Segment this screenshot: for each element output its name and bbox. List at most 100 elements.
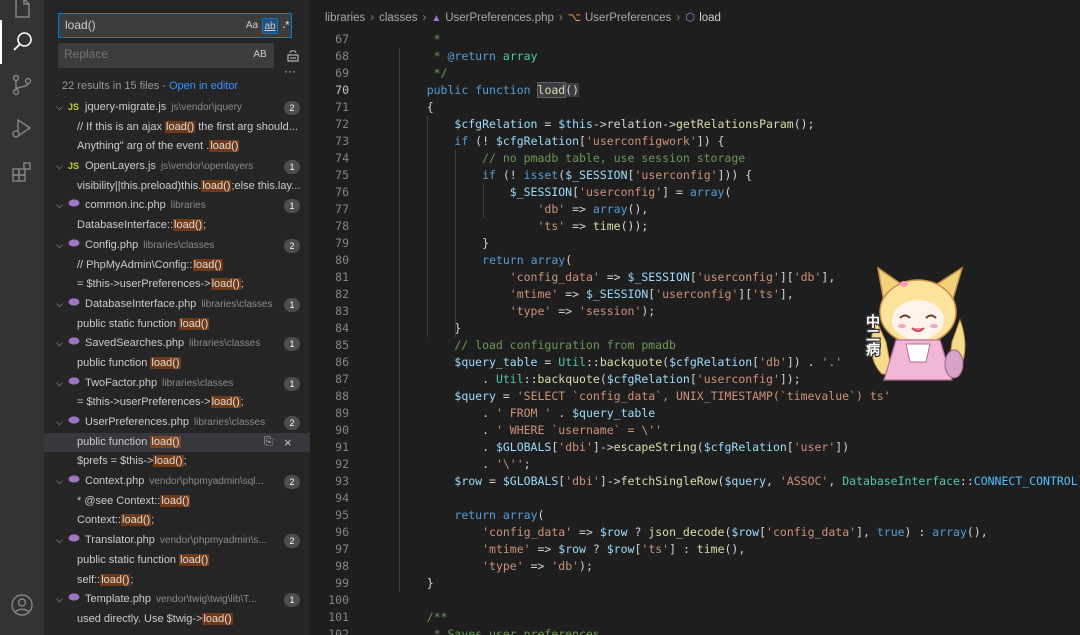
code-line[interactable]: 94: [310, 490, 1080, 507]
match-prefix: Anything" arg of the event .: [77, 140, 210, 153]
code-line[interactable]: 77 'db' => array(),: [310, 201, 1080, 218]
result-file-row[interactable]: ⌵ DatabaseInterface.php libraries\classes 1: [44, 295, 310, 315]
line-number: 72: [335, 117, 349, 131]
code-line[interactable]: 101 /**: [310, 609, 1080, 626]
search-input[interactable]: [65, 14, 235, 37]
code-line[interactable]: 95 return array(: [310, 507, 1080, 524]
result-match-row[interactable]: Context::load();: [44, 511, 310, 531]
preserve-case-icon[interactable]: AB: [251, 47, 269, 63]
result-match-row[interactable]: public static function load(): [44, 551, 310, 571]
result-match-row[interactable]: visibility||this.preload)this.load();els…: [44, 177, 310, 197]
result-file-row[interactable]: ⌵ UserPreferences.php libraries\classes 2: [44, 413, 310, 433]
regex-icon[interactable]: .*: [280, 18, 292, 34]
code-line[interactable]: 99 }: [310, 575, 1080, 592]
result-match-row-selected[interactable]: public function load() ⎘ ×: [44, 432, 310, 453]
result-match-row[interactable]: public static function load(): [44, 315, 310, 335]
code-line[interactable]: 98 'type' => 'db');: [310, 558, 1080, 575]
js-file-icon: JS: [68, 161, 80, 172]
whole-word-icon[interactable]: ab: [262, 18, 278, 34]
code-line[interactable]: 92 . '\'';: [310, 456, 1080, 473]
result-file-row[interactable]: ⌵ TwoFactor.php libraries\classes 1: [44, 374, 310, 394]
code-line[interactable]: 75 if (! isset($_SESSION['userconfig']))…: [310, 167, 1080, 184]
result-file-row[interactable]: ⌵ Translator.php vendor\phpmyadmin\s... 2: [44, 531, 310, 551]
code-line[interactable]: 76 $_SESSION['userconfig'] = array(: [310, 184, 1080, 201]
result-file-row[interactable]: ⌵ Config.php libraries\classes 2: [44, 236, 310, 256]
search-icon[interactable]: [0, 20, 44, 64]
result-match-row[interactable]: Anything" arg of the event .load(): [44, 137, 310, 157]
result-file-row[interactable]: ⌵ common.inc.php libraries 1: [44, 196, 310, 216]
result-match-row[interactable]: = $this->userPreferences->load();: [44, 393, 310, 413]
run-debug-icon[interactable]: [0, 106, 44, 150]
code-line[interactable]: 93 $row = $GLOBALS['dbi']->fetchSingleRo…: [310, 473, 1080, 490]
indent-guide: [455, 150, 456, 337]
code-text: 'ts' => time());: [537, 219, 649, 233]
result-file-row[interactable]: ⌵ JS OpenLayers.js js\vendor\openlayers 1: [44, 157, 310, 177]
chevron-down-icon[interactable]: ⌵: [56, 334, 68, 354]
result-match-row[interactable]: // PhpMyAdmin\Config::load(): [44, 256, 310, 276]
match-highlight: load(): [210, 278, 241, 291]
result-match-row[interactable]: = $this->userPreferences->load();: [44, 275, 310, 295]
result-match-row[interactable]: DatabaseInterface::load();: [44, 216, 310, 236]
chevron-down-icon[interactable]: ⌵: [56, 98, 68, 118]
result-match-row[interactable]: * @see Context::load(): [44, 492, 310, 512]
breadcrumb-item[interactable]: UserPreferences.php: [445, 12, 554, 24]
open-in-editor-link[interactable]: Open in editor: [169, 80, 238, 92]
code-line[interactable]: 71 {: [310, 99, 1080, 116]
result-match-row[interactable]: used directly. Use $twig->load(): [44, 610, 310, 630]
match-prefix: // PhpMyAdmin\Config::: [77, 258, 193, 271]
code-line[interactable]: 70 public function load(): [310, 82, 1080, 99]
code-line[interactable]: 91 . $GLOBALS['dbi']->escapeString($cfgR…: [310, 439, 1080, 456]
chevron-down-icon[interactable]: ⌵: [56, 236, 68, 256]
chevron-down-icon[interactable]: ⌵: [56, 472, 68, 492]
code-line[interactable]: 79 }: [310, 235, 1080, 252]
chevron-down-icon[interactable]: ⌵: [56, 196, 68, 216]
code-line[interactable]: 102 * Saves user preferences: [310, 626, 1080, 635]
dismiss-icon[interactable]: ×: [284, 433, 292, 453]
extensions-icon[interactable]: [0, 150, 44, 194]
result-file-row[interactable]: ⌵ JS jquery-migrate.js js\vendor\jquery 2: [44, 98, 310, 118]
more-actions-icon[interactable]: ···: [284, 64, 296, 78]
code-line[interactable]: 78 'ts' => time());: [310, 218, 1080, 235]
result-file-row[interactable]: ⌵ Context.php vendor\phpmyadmin\sql... 2: [44, 472, 310, 492]
source-control-icon[interactable]: [0, 63, 44, 107]
result-file-path: js\vendor\openlayers: [160, 161, 254, 173]
code-line[interactable]: 67 *: [310, 31, 1080, 48]
code-line[interactable]: 90 . ' WHERE `username` = \'': [310, 422, 1080, 439]
result-file-row[interactable]: ⌵ Template.php vendor\twig\twig\lib\T... 1: [44, 590, 310, 610]
replace-icon[interactable]: ⎘: [264, 433, 273, 453]
line-number: 78: [335, 219, 349, 233]
code-line[interactable]: 96 'config_data' => $row ? json_decode($…: [310, 524, 1080, 541]
chevron-down-icon[interactable]: ⌵: [56, 590, 68, 610]
replace-input[interactable]: [64, 43, 234, 66]
result-match-row[interactable]: // If this is an ajax load() the first a…: [44, 118, 310, 138]
chevron-down-icon[interactable]: ⌵: [56, 531, 68, 551]
code-line[interactable]: 89 . ' FROM ' . $query_table: [310, 405, 1080, 422]
result-file-name: TwoFactor.php: [85, 376, 158, 389]
chevron-right-icon: ›: [422, 12, 427, 24]
chevron-down-icon[interactable]: ⌵: [56, 374, 68, 394]
code-line[interactable]: 73 if (! $cfgRelation['userconfigwork'])…: [310, 133, 1080, 150]
result-match-row[interactable]: $prefs = $this->load();: [44, 452, 310, 472]
result-match-row[interactable]: public function load(): [44, 354, 310, 374]
code-line[interactable]: 88 $query = 'SELECT `config_data`, UNIX_…: [310, 388, 1080, 405]
code-line[interactable]: 72 $cfgRelation = $this->relation->getRe…: [310, 116, 1080, 133]
account-icon[interactable]: [0, 583, 44, 627]
chevron-down-icon[interactable]: ⌵: [56, 157, 68, 177]
activity-bar: [0, 0, 44, 635]
code-line[interactable]: 97 'mtime' => $row ? $row['ts'] : time()…: [310, 541, 1080, 558]
chevron-down-icon[interactable]: ⌵: [56, 413, 68, 433]
case-icon[interactable]: Aa: [244, 18, 260, 34]
breadcrumb-item[interactable]: UserPreferences: [585, 12, 671, 24]
result-match-row[interactable]: self::load();: [44, 571, 310, 591]
breadcrumb-item[interactable]: libraries: [325, 12, 365, 24]
chevron-down-icon[interactable]: ⌵: [56, 295, 68, 315]
code-line[interactable]: 74 // no pmadb table, use session storag…: [310, 150, 1080, 167]
result-file-row[interactable]: ⌵ SavedSearches.php libraries\classes 1: [44, 334, 310, 354]
code-line[interactable]: 69 */: [310, 65, 1080, 82]
breadcrumb-item[interactable]: classes: [379, 12, 417, 24]
match-count-badge: 2: [284, 238, 300, 253]
line-number: 94: [335, 491, 349, 505]
code-line[interactable]: 100: [310, 592, 1080, 609]
breadcrumb-item[interactable]: load: [699, 12, 721, 24]
code-line[interactable]: 68 * @return array: [310, 48, 1080, 65]
